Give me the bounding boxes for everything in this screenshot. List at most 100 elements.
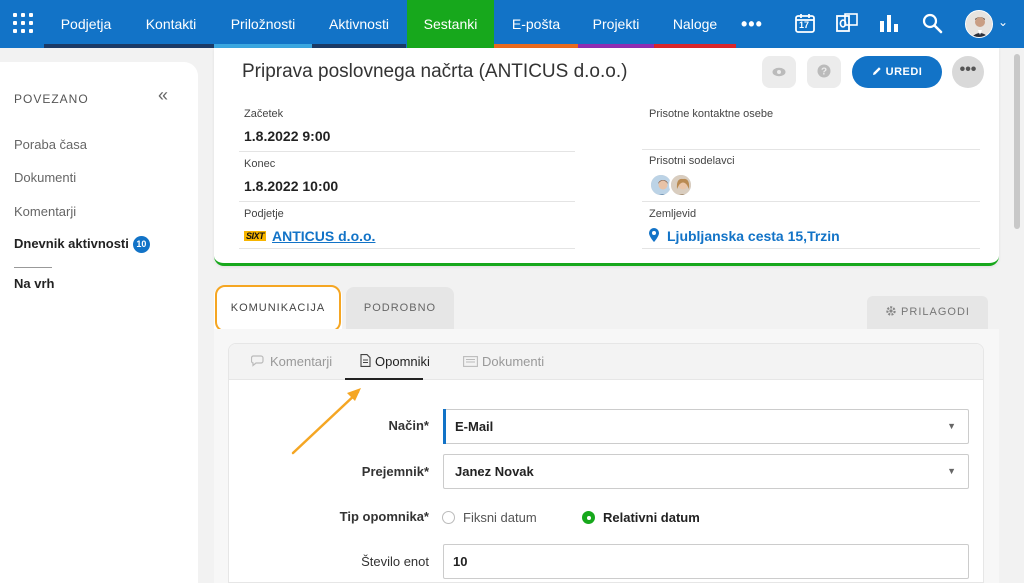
sidebar-item-dokumenti[interactable]: Dokumenti <box>14 170 76 185</box>
sidebar-heading: POVEZANO <box>14 92 89 106</box>
collapse-sidebar-icon[interactable]: « <box>158 85 168 106</box>
subtab-dokumenti[interactable]: Dokumenti <box>463 354 544 369</box>
radio-indicator <box>582 511 595 524</box>
nav-sestanki[interactable]: Sestanki <box>407 0 494 50</box>
contacts-label: Prisotne kontaktne osebe <box>649 108 774 120</box>
location-link[interactable]: Ljubljanska cesta 15,Trzin <box>649 228 840 244</box>
recipient-label: Prejemnik* <box>361 464 429 479</box>
units-input[interactable]: 10 <box>443 544 969 579</box>
meeting-record-card: Priprava poslovnega načrta (ANTICUS d.o.… <box>214 48 999 266</box>
end-label: Konec <box>244 158 276 170</box>
nav-label: Podjetja <box>60 16 112 32</box>
subtab-label: Komentarji <box>270 354 333 369</box>
nav-label: Naloge <box>672 16 718 32</box>
eye-icon <box>772 67 786 77</box>
search-icon[interactable] <box>921 12 945 36</box>
svg-text:?: ? <box>821 67 827 78</box>
nav-label: Priložnosti <box>230 16 296 32</box>
sidebar-item-dnevnik-aktivnosti[interactable]: Dnevnik aktivnosti 10 <box>14 236 150 253</box>
radio-label: Relativni datum <box>603 510 700 525</box>
nav-indicator <box>44 44 128 48</box>
nav-projekti[interactable]: Projekti <box>578 0 654 48</box>
divider <box>642 248 980 249</box>
apps-grid-icon[interactable] <box>13 13 33 33</box>
nav-kontakti[interactable]: Kontakti <box>128 0 214 48</box>
end-value: 1.8.2022 10:00 <box>244 178 339 194</box>
start-field: Začetek 1.8.2022 9:00 <box>244 108 330 144</box>
company-link[interactable]: SIXT ANTICUS d.o.o. <box>244 228 375 244</box>
radio-indicator <box>442 511 455 524</box>
question-icon: ? <box>817 64 831 78</box>
subtab-opomniki[interactable]: Opomniki <box>360 354 430 369</box>
sidebar-item-label: Dnevnik aktivnosti <box>14 236 129 251</box>
divider <box>642 201 980 202</box>
nav-label: Sestanki <box>423 16 478 32</box>
company-field: Podjetje SIXT ANTICUS d.o.o. <box>244 208 375 244</box>
more-menu-button[interactable]: ••• <box>741 14 763 35</box>
radio-label: Fiksni datum <box>463 510 537 525</box>
sidebar-item-komentarji[interactable]: Komentarji <box>14 204 76 219</box>
user-avatar[interactable] <box>965 10 993 38</box>
gear-icon <box>886 306 896 316</box>
help-button[interactable]: ? <box>807 56 841 88</box>
contacts-field: Prisotne kontaktne osebe <box>649 108 773 120</box>
arrow-annotation <box>291 388 361 455</box>
location-field: Zemljevid Ljubljanska cesta 15,Trzin <box>649 208 840 244</box>
nav-priloznosti[interactable]: Priložnosti <box>214 0 312 48</box>
outlook-icon[interactable] <box>836 12 860 36</box>
nav-aktivnosti[interactable]: Aktivnosti <box>312 0 406 48</box>
calendar-icon[interactable]: 17 <box>794 12 818 36</box>
reminder-type-label: Tip opomnika* <box>339 509 429 524</box>
location-label: Zemljevid <box>649 208 697 220</box>
map-pin-icon <box>649 228 659 242</box>
radio-relative-date[interactable]: Relativni datum <box>582 510 700 525</box>
nav-naloge[interactable]: Naloge <box>654 0 736 48</box>
subtab-komentarji[interactable]: Komentarji <box>250 354 333 369</box>
recipient-select[interactable]: Janez Novak ▼ <box>443 454 969 489</box>
method-select[interactable]: E-Mail ▼ <box>443 409 969 444</box>
calendar-day: 17 <box>799 20 810 30</box>
sidebar-item-poraba-casa[interactable]: Poraba časa <box>14 137 87 152</box>
nav-label: E-pošta <box>511 16 561 32</box>
end-field: Konec 1.8.2022 10:00 <box>244 158 338 194</box>
method-value: E-Mail <box>455 419 494 434</box>
colleague-avatars <box>649 173 735 197</box>
nav-eposta[interactable]: E-pošta <box>494 0 578 48</box>
reports-icon[interactable] <box>878 12 902 36</box>
customize-label: PRILAGODI <box>901 306 970 318</box>
reminders-form: Komentarji Opomniki Dokumenti Način* E-M… <box>228 343 984 583</box>
back-to-top-link[interactable]: Na vrh <box>14 276 54 291</box>
company-logo: SIXT <box>244 231 267 241</box>
divider <box>239 201 575 202</box>
edit-button[interactable]: UREDI <box>852 56 942 88</box>
subtab-bar: Komentarji Opomniki Dokumenti <box>229 344 983 380</box>
subtab-label: Dokumenti <box>482 354 545 369</box>
divider <box>642 149 980 150</box>
start-value: 1.8.2022 9:00 <box>244 128 331 144</box>
more-actions-button[interactable]: ••• <box>952 56 984 88</box>
divider <box>239 248 575 249</box>
colleague-avatar[interactable] <box>669 173 693 197</box>
document-note-icon <box>360 354 371 367</box>
customize-button[interactable]: PRILAGODI <box>867 296 988 329</box>
nav-label: Kontakti <box>145 16 197 32</box>
nav-podjetja[interactable]: Podjetja <box>44 0 128 48</box>
active-subtab-indicator <box>345 378 423 380</box>
location-value: Ljubljanska cesta 15,Trzin <box>667 228 840 244</box>
comment-icon <box>250 355 264 367</box>
radio-fixed-date[interactable]: Fiksni datum <box>442 510 537 525</box>
page-scrollbar[interactable] <box>1014 54 1020 229</box>
divider <box>14 267 52 268</box>
colleagues-field: Prisotni sodelavci <box>649 155 735 197</box>
dropdown-caret-icon: ▼ <box>947 466 956 476</box>
subtab-label: Opomniki <box>375 354 430 369</box>
related-sidebar: POVEZANO « Poraba časa Dokumenti Komenta… <box>0 62 198 583</box>
tab-podrobno[interactable]: PODROBNO <box>346 287 454 329</box>
chevron-down-icon[interactable]: ⌄ <box>998 15 1008 29</box>
nav-label: Projekti <box>592 16 640 32</box>
watch-button[interactable] <box>762 56 796 88</box>
page-title: Priprava poslovnega načrta (ANTICUS d.o.… <box>242 61 628 82</box>
top-navigation: Podjetja Kontakti Priložnosti Aktivnosti… <box>0 0 1024 50</box>
start-label: Začetek <box>244 108 284 120</box>
divider <box>239 151 575 152</box>
